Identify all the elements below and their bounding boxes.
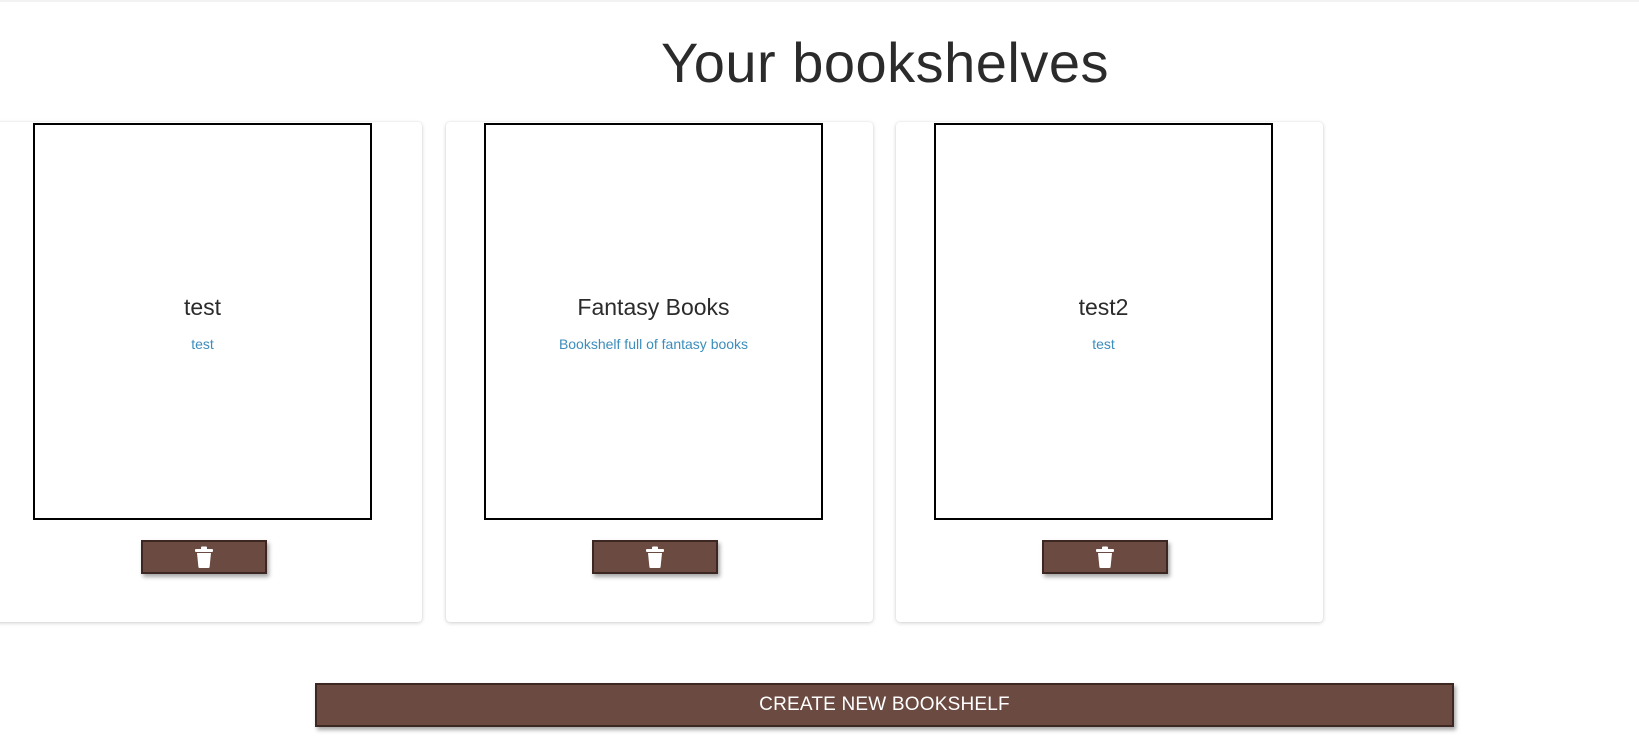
bookshelf-name: Fantasy Books	[577, 294, 730, 320]
bookshelf-name: test	[183, 294, 222, 320]
bookshelves-page: Your bookshelves test test Fantasy Books…	[0, 0, 1639, 754]
bookshelf-cover[interactable]: Fantasy Books Bookshelf full of fantasy …	[484, 123, 823, 520]
delete-bookshelf-button[interactable]	[141, 540, 267, 574]
bookshelf-description[interactable]: test	[936, 335, 1271, 353]
bookshelf-cover[interactable]: test2 test	[934, 123, 1273, 520]
delete-bookshelf-button[interactable]	[1042, 540, 1168, 574]
top-divider	[0, 0, 1639, 2]
trash-icon	[646, 546, 664, 568]
bookshelf-cover[interactable]: test test	[33, 123, 372, 520]
bookshelf-description[interactable]: test	[35, 335, 370, 353]
trash-icon	[195, 546, 213, 568]
bookshelf-card: test2 test	[896, 122, 1323, 622]
delete-bookshelf-button[interactable]	[592, 540, 718, 574]
bookshelf-name: test2	[1078, 294, 1129, 320]
create-new-bookshelf-button[interactable]: CREATE NEW BOOKSHELF	[315, 683, 1454, 727]
trash-icon	[1096, 546, 1114, 568]
bookshelf-description[interactable]: Bookshelf full of fantasy books	[486, 335, 821, 353]
page-title: Your bookshelves	[660, 31, 1109, 94]
bookshelf-card: Fantasy Books Bookshelf full of fantasy …	[446, 122, 873, 622]
bookshelf-card: test test	[0, 122, 422, 622]
